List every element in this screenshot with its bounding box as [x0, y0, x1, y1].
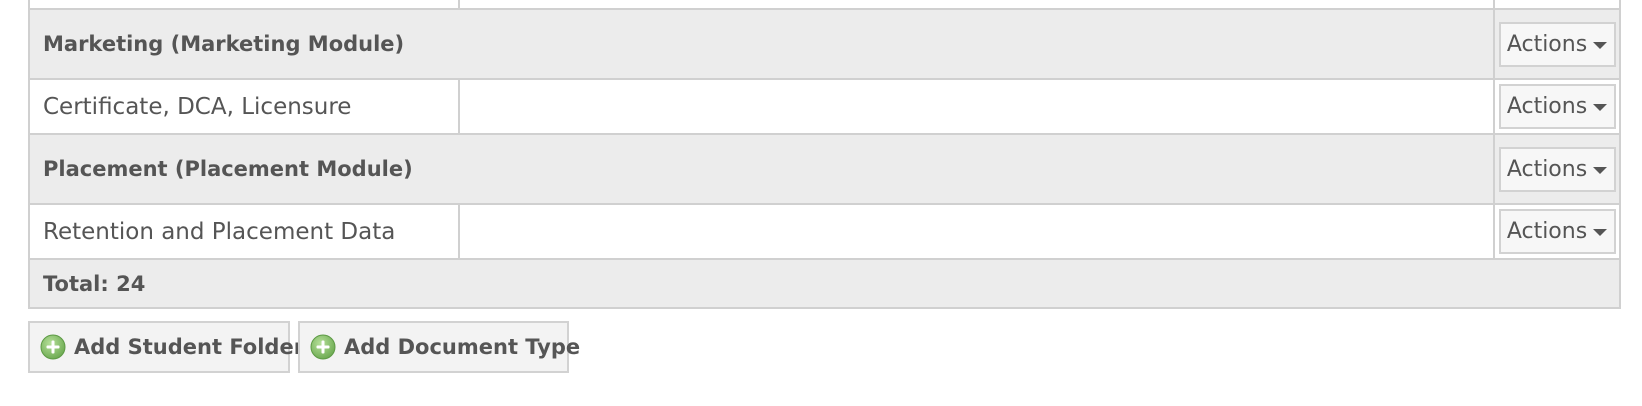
add-document-type-label: Add Document Type — [344, 335, 581, 359]
actions-label: Actions — [1506, 31, 1588, 57]
actions-label: Actions — [1506, 156, 1588, 182]
add-document-type-button[interactable]: Add Document Type — [298, 321, 580, 373]
item-description — [458, 78, 1495, 135]
item-name: Retention and Placement Data — [28, 203, 460, 260]
group-label: Marketing (Marketing Module) — [28, 8, 1495, 80]
plus-circle-icon — [310, 334, 336, 360]
group-row-placement: Placement (Placement Module) Actions — [28, 133, 1621, 205]
caret-down-icon — [1593, 229, 1608, 236]
document-types-panel: Marketing (Marketing Module) Actions Cer… — [0, 0, 1642, 406]
total-row: Total: 24 — [28, 258, 1621, 309]
document-types-table: Marketing (Marketing Module) Actions Cer… — [28, 0, 1621, 309]
add-student-folder-button[interactable]: Add Student Folder — [28, 321, 304, 373]
group-row-marketing: Marketing (Marketing Module) Actions — [28, 8, 1621, 80]
caret-down-icon — [1593, 104, 1608, 111]
actions-dropdown-button[interactable]: Actions — [1498, 209, 1616, 254]
actions-label: Actions — [1506, 219, 1588, 244]
caret-down-icon — [1593, 166, 1608, 174]
table-row-partial — [28, 0, 1621, 10]
actions-dropdown-button[interactable]: Actions — [1498, 146, 1616, 192]
actions-dropdown-button[interactable]: Actions — [1498, 84, 1616, 129]
actions-label: Actions — [1506, 94, 1588, 119]
group-label: Placement (Placement Module) — [28, 133, 1495, 205]
item-row-certificate: Certificate, DCA, Licensure Actions — [28, 78, 1621, 135]
item-row-retention: Retention and Placement Data Actions — [28, 203, 1621, 260]
add-student-folder-label: Add Student Folder — [74, 335, 305, 359]
caret-down-icon — [1593, 41, 1608, 49]
actions-dropdown-button[interactable]: Actions — [1498, 21, 1616, 67]
item-description — [458, 203, 1495, 260]
plus-circle-icon — [40, 334, 66, 360]
item-name: Certificate, DCA, Licensure — [28, 78, 460, 135]
total-label: Total: 24 — [28, 258, 1621, 309]
